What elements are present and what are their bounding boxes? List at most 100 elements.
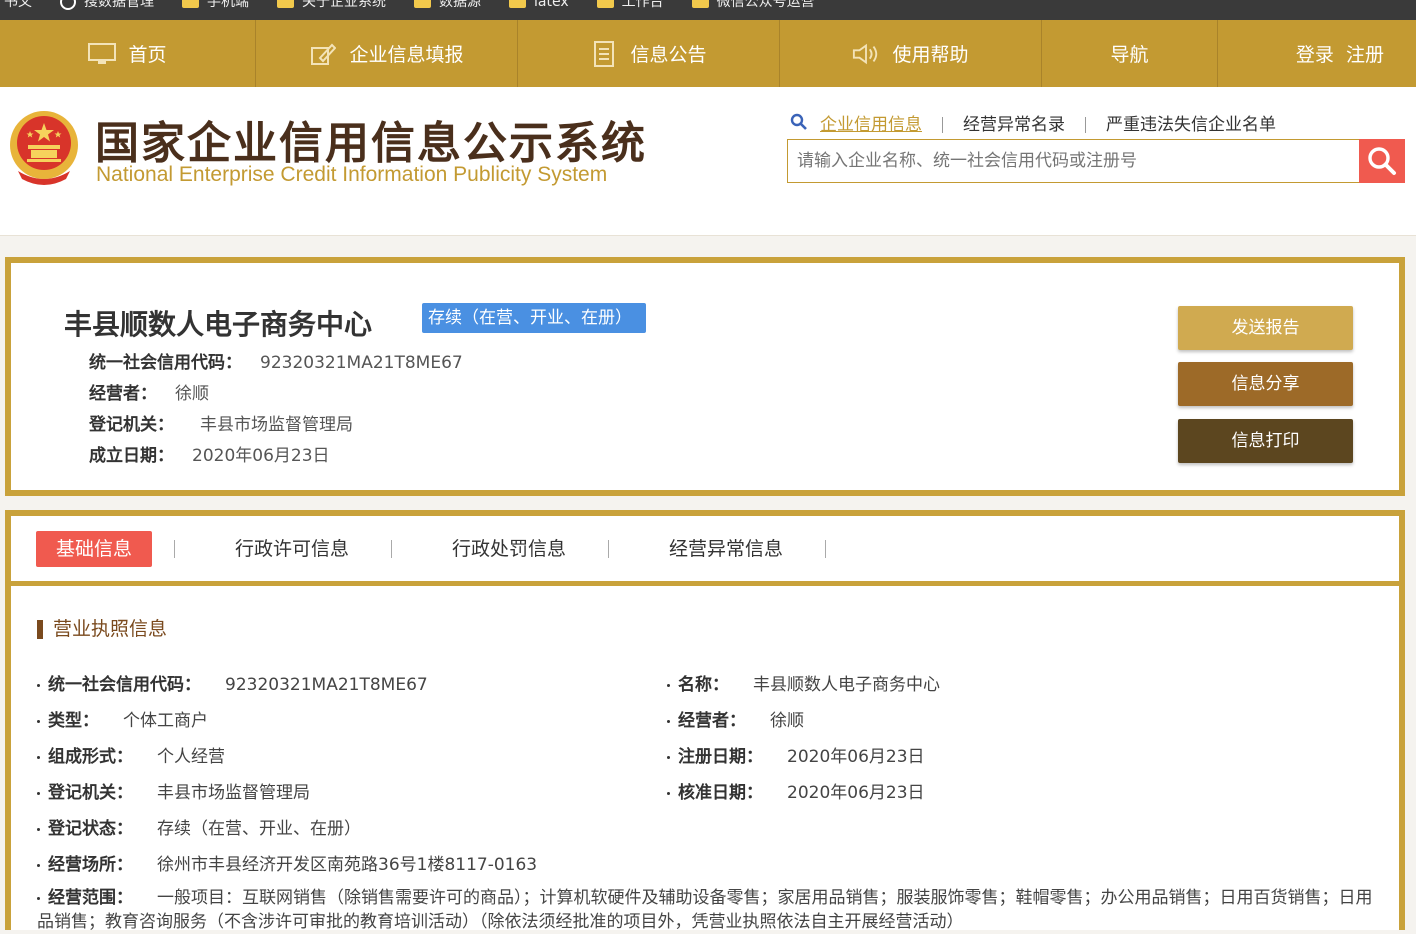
field-value: 92320321MA21T8ME67: [225, 675, 428, 695]
detail-panel: 基础信息 行政许可信息 行政处罚信息 经营异常信息 营业执照信息 统一社会信用代…: [5, 510, 1405, 932]
bullet-icon: [667, 755, 670, 759]
nav-notice[interactable]: 信息公告: [518, 20, 780, 87]
search-box: [787, 139, 1405, 183]
bookmark-label: 数据源: [439, 0, 481, 10]
field-value: 徐州市丰县经济开发区南苑路36号1楼8117-0163: [157, 855, 538, 875]
operator-label: 经营者：: [89, 384, 157, 404]
operator-line: 经营者： 徐顺: [89, 379, 209, 404]
globe-icon: [60, 0, 76, 10]
folder-icon: [414, 0, 431, 8]
speaker-icon: [852, 43, 880, 65]
tab-divider: [608, 539, 610, 558]
bookmark-item[interactable]: 数据源: [414, 0, 481, 12]
document-icon: [590, 40, 618, 67]
field-reg-date: 注册日期： 2020年06月23日: [667, 742, 925, 767]
field-business-scope: 经营范围： 一般项目：互联网销售（除销售需要许可的商品）；计算机软硬件及辅助设备零…: [37, 886, 1377, 934]
nav-fill-label: 企业信息填报: [349, 44, 464, 66]
search-tab-abnormal[interactable]: 经营异常名录: [943, 116, 1086, 133]
search-input[interactable]: [788, 140, 1358, 182]
bookmark-item[interactable]: 微信公众号运营: [691, 0, 815, 12]
edit-icon: [309, 43, 337, 65]
field-reg-status: 登记状态： 存续（在营、开业、在册）: [37, 814, 361, 839]
field-approval-date: 核准日期： 2020年06月23日: [667, 778, 925, 803]
tab-divider: [174, 539, 176, 558]
bullet-icon: [37, 863, 40, 867]
field-label: 核准日期：: [678, 783, 763, 803]
company-summary-card: 丰县顺数人电子商务中心 存续（在营、开业、在册） 统一社会信用代码： 923203…: [5, 257, 1405, 496]
search-button[interactable]: [1359, 139, 1405, 183]
tab-abnormal-operation[interactable]: 经营异常信息: [649, 531, 803, 567]
bullet-icon: [37, 896, 40, 900]
company-name: 丰县顺数人电子商务中心: [64, 308, 373, 341]
search-icon: [1368, 147, 1396, 175]
search-tab-blacklist[interactable]: 严重违法失信企业名单: [1086, 116, 1296, 133]
folder-icon: [509, 0, 526, 8]
field-value: 丰县顺数人电子商务中心: [753, 675, 940, 695]
monitor-icon: [88, 42, 117, 65]
tab-divider: [825, 539, 827, 558]
bullet-icon: [37, 827, 40, 831]
section-title: 营业执照信息: [37, 620, 167, 639]
bullet-icon: [667, 683, 670, 687]
tab-basic-info[interactable]: 基础信息: [36, 530, 153, 567]
bookmark-item[interactable]: 搜数据管理: [60, 0, 154, 12]
bookmark-item[interactable]: 手机端: [182, 0, 249, 12]
nav-notice-label: 信息公告: [630, 44, 707, 66]
field-name: 名称： 丰县顺数人电子商务中心: [667, 670, 940, 695]
authority-line: 登记机关： 丰县市场监督管理局: [89, 410, 353, 435]
field-value: 丰县市场监督管理局: [157, 783, 310, 803]
field-credit-code: 统一社会信用代码： 92320321MA21T8ME67: [37, 670, 428, 695]
bookmark-item[interactable]: latex: [509, 0, 569, 12]
bookmark-item[interactable]: 书文: [4, 0, 32, 12]
field-label: 名称：: [678, 675, 729, 695]
tab-admin-license[interactable]: 行政许可信息: [215, 531, 369, 567]
status-badge: 存续（在营、开业、在册）: [422, 303, 646, 333]
search-small-icon: [790, 113, 808, 136]
nav-guide-label: 导航: [1110, 44, 1149, 66]
folder-icon: [596, 0, 614, 8]
bookmark-label: 搜数据管理: [84, 0, 154, 10]
search-tab-credit[interactable]: 企业信用信息: [816, 116, 943, 133]
field-authority: 登记机关： 丰县市场监督管理局: [37, 778, 310, 803]
field-value: 徐顺: [770, 711, 804, 731]
field-address: 经营场所： 徐州市丰县经济开发区南苑路36号1楼8117-0163: [37, 850, 537, 875]
bookmark-item[interactable]: 关于企业系统: [277, 0, 386, 12]
tab-admin-penalty[interactable]: 行政处罚信息: [432, 531, 586, 567]
credit-code-label: 统一社会信用代码：: [89, 353, 242, 373]
field-value: 个人经营: [157, 747, 225, 767]
login-register-link[interactable]: 登录 注册: [1296, 40, 1384, 67]
field-operator: 经营者： 徐顺: [667, 706, 804, 731]
field-type: 类型： 个体工商户: [37, 706, 208, 731]
bullet-icon: [37, 755, 40, 759]
site-header: 国家企业信用信息公示系统 National Enterprise Credit …: [0, 87, 1416, 236]
share-info-button[interactable]: 信息分享: [1178, 362, 1353, 406]
authority-label: 登记机关：: [89, 415, 174, 435]
bookmark-label: 工作台: [621, 0, 664, 10]
site-title: 国家企业信用信息公示系统: [95, 118, 647, 169]
folder-icon: [277, 0, 294, 8]
nav-help-label: 使用帮助: [892, 44, 969, 66]
nav-auth[interactable]: 登录 注册: [1218, 20, 1416, 87]
nav-help[interactable]: 使用帮助: [780, 20, 1042, 87]
field-label: 经营者：: [678, 711, 746, 731]
detail-tabs: 基础信息 行政许可信息 行政处罚信息 经营异常信息: [11, 516, 1399, 586]
bookmark-label: 书文: [4, 0, 32, 10]
founded-value: 2020年06月23日: [192, 446, 330, 466]
print-info-button[interactable]: 信息打印: [1178, 419, 1353, 463]
nav-home[interactable]: 首页: [0, 20, 256, 87]
top-navigation: 首页 企业信息填报 信息公告 使用帮助 导航 登录 注册: [0, 20, 1416, 87]
bullet-icon: [37, 683, 40, 687]
field-composition: 组成形式： 个人经营: [37, 742, 225, 767]
bullet-icon: [667, 719, 670, 723]
nav-guide[interactable]: 导航: [1042, 20, 1218, 87]
bookmark-item[interactable]: 工作台: [596, 0, 664, 12]
bullet-icon: [37, 719, 40, 723]
bookmark-bar: 书文 搜数据管理 手机端 关于企业系统 数据源 latex 工作台 微信公众号运…: [0, 0, 1416, 20]
nav-fill[interactable]: 企业信息填报: [256, 20, 518, 87]
operator-value: 徐顺: [175, 384, 209, 404]
field-label: 统一社会信用代码：: [48, 675, 201, 695]
send-report-button[interactable]: 发送报告: [1178, 306, 1353, 350]
bookmark-label: latex: [534, 0, 569, 10]
national-emblem-icon: [10, 111, 78, 185]
bullet-icon: [37, 791, 40, 795]
